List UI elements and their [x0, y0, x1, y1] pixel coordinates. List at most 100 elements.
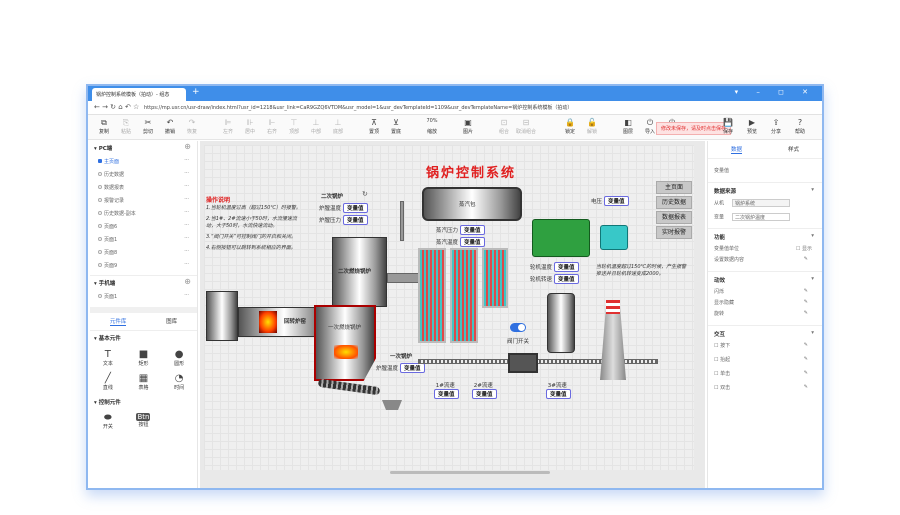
- more-icon[interactable]: ···: [184, 170, 189, 176]
- edit-icon[interactable]: ✎: [804, 256, 808, 262]
- property-row[interactable]: ☐ 单击 ✎: [714, 370, 816, 384]
- value-box[interactable]: 变量值: [343, 203, 368, 213]
- component-item[interactable]: ◔ 时间: [161, 373, 197, 391]
- page-item[interactable]: 页面8 ···: [90, 246, 197, 259]
- component-item[interactable]: T 文本: [90, 349, 126, 367]
- toolbar-button[interactable]: ⊤ 顶部: [284, 118, 304, 135]
- edit-icon[interactable]: ✎: [804, 384, 808, 390]
- boiler-diagram[interactable]: 锅炉控制系统 操作说明 1.当轮机温度过高（超过150℃）时报警。 2.当1#、2…: [204, 145, 694, 470]
- page-item[interactable]: 历史数据 ···: [90, 168, 197, 181]
- property-row[interactable]: 显示隐藏 ✎: [714, 299, 816, 310]
- toolbar-button[interactable]: ⊡ 组合: [494, 118, 514, 135]
- toolbar-button[interactable]: ↶ 撤销: [160, 118, 180, 135]
- property-row[interactable]: 旋转 ✎: [714, 310, 816, 321]
- value-box[interactable]: 变量值: [554, 274, 579, 284]
- toolbar-button[interactable]: ⊩ 右齐: [262, 118, 282, 135]
- toolbar-button[interactable]: ⊥ 中部: [306, 118, 326, 135]
- toolbar-button[interactable]: 🔒 锁定: [560, 118, 580, 135]
- slave-select[interactable]: 锅炉系统: [732, 199, 791, 207]
- edit-icon[interactable]: ✎: [804, 288, 808, 294]
- more-icon[interactable]: ···: [184, 209, 189, 215]
- more-icon[interactable]: ···: [184, 292, 189, 298]
- editor-canvas[interactable]: 锅炉控制系统 操作说明 1.当轮机温度过高（超过150℃）时报警。 2.当1#、2…: [200, 141, 705, 488]
- page-item[interactable]: 页面6 ···: [90, 220, 197, 233]
- toolbar-button[interactable]: ⊟ 取消组合: [516, 118, 536, 135]
- edit-icon[interactable]: ✎: [804, 310, 808, 316]
- more-icon[interactable]: ···: [184, 222, 189, 228]
- toolbar-button[interactable]: ⊪ 居中: [240, 118, 260, 135]
- edit-icon[interactable]: ✎: [804, 356, 808, 362]
- page-item[interactable]: 历史数据-副本 ···: [90, 207, 197, 220]
- toolbar-button[interactable]: ⊼ 置顶: [364, 118, 384, 135]
- component-item[interactable]: ■ 矩形: [126, 349, 162, 367]
- toolbar-button[interactable]: ◧ 图层: [618, 118, 638, 135]
- more-icon[interactable]: ···: [184, 157, 189, 163]
- tab-style[interactable]: 样式: [788, 145, 799, 154]
- page-item[interactable]: 页面1 ···: [90, 290, 197, 303]
- value-box[interactable]: 变量值: [400, 363, 425, 373]
- property-row[interactable]: ☐ 按下 ✎: [714, 342, 816, 356]
- toolbar-button[interactable]: 💾 保存: [718, 118, 738, 135]
- toolbar-button[interactable]: ↷ 恢复: [182, 118, 202, 135]
- more-icon[interactable]: ···: [184, 248, 189, 254]
- toolbar-button[interactable]: ⧉ 复制: [94, 118, 114, 135]
- value-box[interactable]: 变量值: [460, 225, 485, 235]
- nav-home-button[interactable]: 主页面: [656, 181, 692, 194]
- toolbar-button[interactable]: ⊻ 置底: [386, 118, 406, 135]
- tab-gallery[interactable]: 图库: [166, 317, 177, 326]
- tab-components[interactable]: 元件库: [109, 317, 127, 326]
- basic-section-header[interactable]: ▾ 基本元件: [90, 331, 197, 345]
- value-box[interactable]: 变量值: [343, 215, 368, 225]
- toolbar-button[interactable]: ⇪ 分享: [766, 118, 786, 135]
- toolbar-button[interactable]: ▶ 预览: [742, 118, 762, 135]
- property-row[interactable]: ☐ 双击 ✎: [714, 384, 816, 398]
- page-item[interactable]: 报警记录 ···: [90, 194, 197, 207]
- toolbar-button[interactable]: ▣ 图片: [458, 118, 478, 135]
- page-item[interactable]: 主页面 ···: [90, 155, 197, 168]
- pc-section-header[interactable]: ▾ PC端 ⊕: [90, 141, 197, 155]
- control-section-header[interactable]: ▾ 控制元件: [90, 395, 197, 409]
- browser-tab[interactable]: 锅炉控制系统模板（拍动）- 组态: [92, 88, 186, 101]
- nav-report-button[interactable]: 数据报表: [656, 211, 692, 224]
- address-bar[interactable]: ← → ↻ ⌂ ↶ ☆ https://mp.usr.cn/usr-draw/i…: [88, 101, 822, 115]
- page-item[interactable]: 页面1 ···: [90, 233, 197, 246]
- toolbar-button[interactable]: ⊥ 底部: [328, 118, 348, 135]
- nav-alarm-button[interactable]: 实时报警: [656, 226, 692, 239]
- property-row[interactable]: ☐ 抬起 ✎: [714, 356, 816, 370]
- more-icon[interactable]: ···: [184, 261, 189, 267]
- nav-history-button[interactable]: 历史数据: [656, 196, 692, 209]
- component-item[interactable]: ● 圆形: [161, 349, 197, 367]
- toolbar-button[interactable]: ? 帮助: [790, 118, 810, 135]
- mobile-section-header[interactable]: ▾ 手机端 ⊕: [90, 275, 197, 290]
- value-box[interactable]: 变量值: [546, 389, 571, 399]
- component-item[interactable]: ▦ 表格: [126, 373, 162, 391]
- more-icon[interactable]: ···: [184, 183, 189, 189]
- component-switch[interactable]: ⬬ 开关: [90, 413, 126, 430]
- component-item[interactable]: ╱ 直线: [90, 373, 126, 391]
- toolbar-button[interactable]: ⊫ 左齐: [218, 118, 238, 135]
- edit-icon[interactable]: ✎: [804, 299, 808, 305]
- window-controls[interactable]: ▾ – ◻ ✕: [735, 88, 816, 96]
- rotate-handle-icon[interactable]: ↻: [362, 190, 368, 198]
- more-icon[interactable]: ···: [184, 196, 189, 202]
- component-button[interactable]: Btn 按钮: [126, 413, 162, 430]
- edit-icon[interactable]: ✎: [804, 342, 808, 348]
- page-item[interactable]: 数据报表 ···: [90, 181, 197, 194]
- value-box[interactable]: 变量值: [554, 262, 579, 272]
- add-page-icon[interactable]: ⊕: [184, 142, 191, 151]
- nav-buttons-icon[interactable]: ← → ↻ ⌂ ↶ ☆: [94, 103, 139, 111]
- horizontal-scrollbar[interactable]: [390, 471, 550, 474]
- toolbar-button[interactable]: ✂ 剪切: [138, 118, 158, 135]
- toolbar-button[interactable]: ⎘ 粘贴: [116, 118, 136, 135]
- value-box[interactable]: 变量值: [434, 389, 459, 399]
- value-box[interactable]: 变量值: [604, 196, 629, 206]
- toolbar-button[interactable]: 🔓 解锁: [582, 118, 602, 135]
- show-checkbox[interactable]: ☐ 显示: [796, 245, 812, 252]
- variable-select[interactable]: 二次锅炉温度: [732, 213, 791, 221]
- page-item[interactable]: 页面9 ···: [90, 259, 197, 272]
- edit-icon[interactable]: ✎: [804, 370, 808, 376]
- property-row[interactable]: 闪烁 ✎: [714, 288, 816, 299]
- value-box[interactable]: 变量值: [460, 237, 485, 247]
- add-page-icon[interactable]: ⊕: [184, 277, 191, 286]
- more-icon[interactable]: ···: [184, 235, 189, 241]
